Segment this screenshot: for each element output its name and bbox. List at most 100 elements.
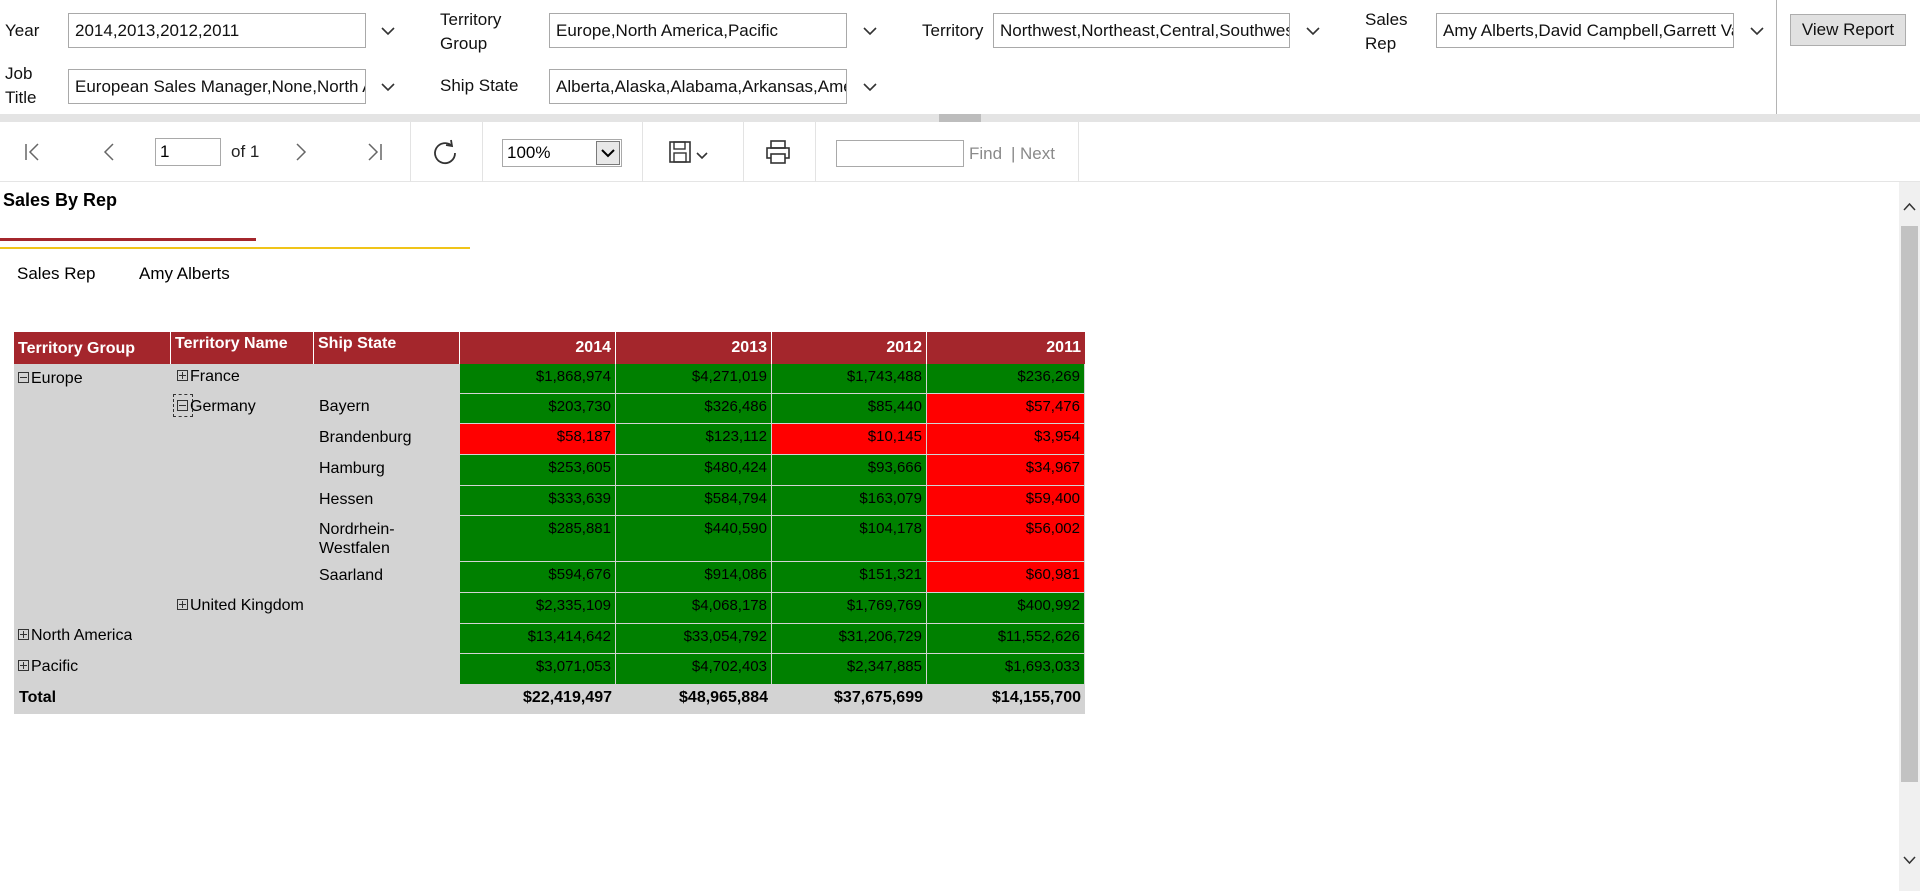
- value-cell-2014: $3,071,053: [460, 654, 616, 685]
- value-cell-2011: $11,552,626: [927, 624, 1085, 654]
- value-cell-2014: $1,868,974: [460, 364, 616, 394]
- next-page-icon[interactable]: [290, 141, 312, 163]
- header-ship-state: Ship State: [314, 332, 460, 364]
- toolbar-divider: [1078, 122, 1079, 182]
- value-cell-2011: $56,002: [927, 516, 1085, 562]
- job-title-label: Job Title: [5, 64, 37, 107]
- report-title: Sales By Rep: [3, 190, 118, 210]
- view-report-button[interactable]: View Report: [1790, 14, 1906, 46]
- value-cell-2013: $584,794: [616, 486, 772, 516]
- territory-united-kingdom[interactable]: United Kingdom: [177, 596, 304, 616]
- value-cell-2014: $333,639: [460, 486, 616, 516]
- toolbar-divider: [410, 122, 411, 182]
- toolbar-divider: [815, 122, 816, 182]
- focus-indicator: [173, 394, 193, 417]
- header-year-2012: 2012: [772, 332, 927, 364]
- value-cell-2011: $57,476: [927, 394, 1085, 424]
- zoom-select[interactable]: 100%: [502, 139, 622, 167]
- value-cell-2012: $163,079: [772, 486, 927, 516]
- expand-toggle-icon[interactable]: [18, 629, 29, 640]
- year-dropdown-chevron-icon[interactable]: [376, 19, 400, 43]
- value-cell-2011: $236,269: [927, 364, 1085, 394]
- find-input[interactable]: [836, 140, 964, 167]
- params-collapse-handle[interactable]: [939, 114, 981, 122]
- group-north-america[interactable]: North America: [18, 626, 132, 646]
- scroll-up-icon[interactable]: [1902, 200, 1917, 215]
- value-cell-2012: $93,666: [772, 455, 927, 486]
- previous-page-icon[interactable]: [98, 141, 120, 163]
- state-hessen: Hessen: [319, 491, 374, 508]
- value-cell-2011: $59,400: [927, 486, 1085, 516]
- header-year-2013: 2013: [616, 332, 772, 364]
- state-saarland: Saarland: [319, 567, 384, 584]
- title-underline-yellow: [0, 247, 470, 249]
- territory-label: Territory: [922, 21, 984, 40]
- territory-group-field[interactable]: Europe,North America,Pacific: [549, 13, 847, 48]
- value-cell-2012: $1,769,769: [772, 593, 927, 624]
- total-label: Total: [19, 689, 57, 706]
- value-cell-2013: $4,702,403: [616, 654, 772, 685]
- zoom-dropdown-icon[interactable]: [596, 141, 620, 165]
- territory-france[interactable]: France: [177, 367, 240, 387]
- value-cell-2013: $4,271,019: [616, 364, 772, 394]
- refresh-icon[interactable]: [431, 138, 459, 166]
- value-cell-2013: $914,086: [616, 562, 772, 593]
- first-page-icon[interactable]: [22, 141, 44, 163]
- value-cell-2011: $1,693,033: [927, 654, 1085, 685]
- last-page-icon[interactable]: [363, 141, 385, 163]
- total-2013: $48,965,884: [679, 689, 768, 706]
- expand-toggle-icon[interactable]: [177, 370, 188, 381]
- value-cell-2011: $3,954: [927, 424, 1085, 455]
- total-2011: $14,155,700: [992, 689, 1081, 706]
- scrollbar-thumb[interactable]: [1901, 226, 1918, 782]
- value-cell-2012: $2,347,885: [772, 654, 927, 685]
- save-icon[interactable]: [668, 139, 710, 165]
- print-icon[interactable]: [764, 138, 792, 166]
- value-cell-2012: $1,743,488: [772, 364, 927, 394]
- group-pacific[interactable]: Pacific: [18, 657, 78, 677]
- value-cell-2011: $34,967: [927, 455, 1085, 486]
- territory-uk-label: United Kingdom: [190, 597, 304, 614]
- header-territory-group: Territory Group: [14, 332, 171, 364]
- scroll-down-icon[interactable]: [1902, 852, 1917, 867]
- group-europe[interactable]: Europe: [18, 369, 83, 389]
- sales-rep-dropdown-chevron-icon[interactable]: [1745, 19, 1769, 43]
- find-link[interactable]: Find: [969, 143, 1002, 165]
- territory-group-dropdown-chevron-icon[interactable]: [858, 19, 882, 43]
- job-title-dropdown-chevron-icon[interactable]: [376, 75, 400, 99]
- zoom-value: 100%: [507, 143, 551, 162]
- value-cell-2012: $151,321: [772, 562, 927, 593]
- expand-toggle-icon[interactable]: [177, 599, 188, 610]
- value-cell-2012: $85,440: [772, 394, 927, 424]
- toolbar-divider: [642, 122, 643, 182]
- header-year-2014: 2014: [460, 332, 616, 364]
- expand-toggle-icon[interactable]: [18, 660, 29, 671]
- total-2012: $37,675,699: [834, 689, 923, 706]
- ship-state-field[interactable]: Alberta,Alaska,Alabama,Arkansas,Amer: [549, 69, 847, 104]
- year-field[interactable]: 2014,2013,2012,2011: [68, 13, 366, 48]
- page-number-input[interactable]: 1: [155, 138, 221, 166]
- vertical-scrollbar[interactable]: [1899, 182, 1920, 891]
- job-title-field[interactable]: European Sales Manager,None,North A: [68, 69, 366, 104]
- group-pacific-label: Pacific: [31, 658, 79, 675]
- sales-rep-caption: Sales Rep: [17, 264, 96, 283]
- value-cell-2011: $400,992: [927, 593, 1085, 624]
- ship-state-dropdown-chevron-icon[interactable]: [858, 75, 882, 99]
- value-cell-2012: $31,206,729: [772, 624, 927, 654]
- value-cell-2014: $594,676: [460, 562, 616, 593]
- territory-france-label: France: [190, 368, 240, 385]
- value-cell-2012: $104,178: [772, 516, 927, 562]
- group-north-america-label: North America: [31, 627, 133, 644]
- ship-state-label: Ship State: [440, 76, 519, 95]
- collapse-toggle-icon[interactable]: [18, 372, 29, 383]
- sales-rep-field[interactable]: Amy Alberts,David Campbell,Garrett Va: [1436, 13, 1734, 48]
- total-2014: $22,419,497: [523, 689, 612, 706]
- territory-dropdown-chevron-icon[interactable]: [1301, 19, 1325, 43]
- value-cell-2013: $440,590: [616, 516, 772, 562]
- value-cell-2014: $285,881: [460, 516, 616, 562]
- find-next-link[interactable]: Next: [1020, 143, 1055, 165]
- value-cell-2014: $203,730: [460, 394, 616, 424]
- territory-field[interactable]: Northwest,Northeast,Central,Southwest: [993, 13, 1290, 48]
- value-cell-2013: $326,486: [616, 394, 772, 424]
- params-divider: [1776, 0, 1777, 115]
